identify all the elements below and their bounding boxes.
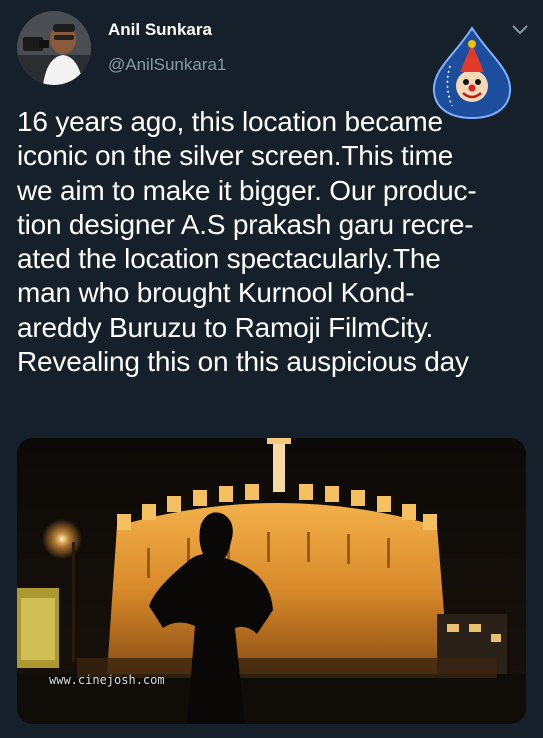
media-watermark: www.cinejosh.com xyxy=(49,673,165,687)
author-handle[interactable]: @AnilSunkara1 xyxy=(108,55,226,75)
author-avatar[interactable] xyxy=(17,11,91,85)
author-name[interactable]: Anil Sunkara xyxy=(108,20,212,40)
tweet-text: 16 years ago, this location became iconi… xyxy=(17,106,477,378)
